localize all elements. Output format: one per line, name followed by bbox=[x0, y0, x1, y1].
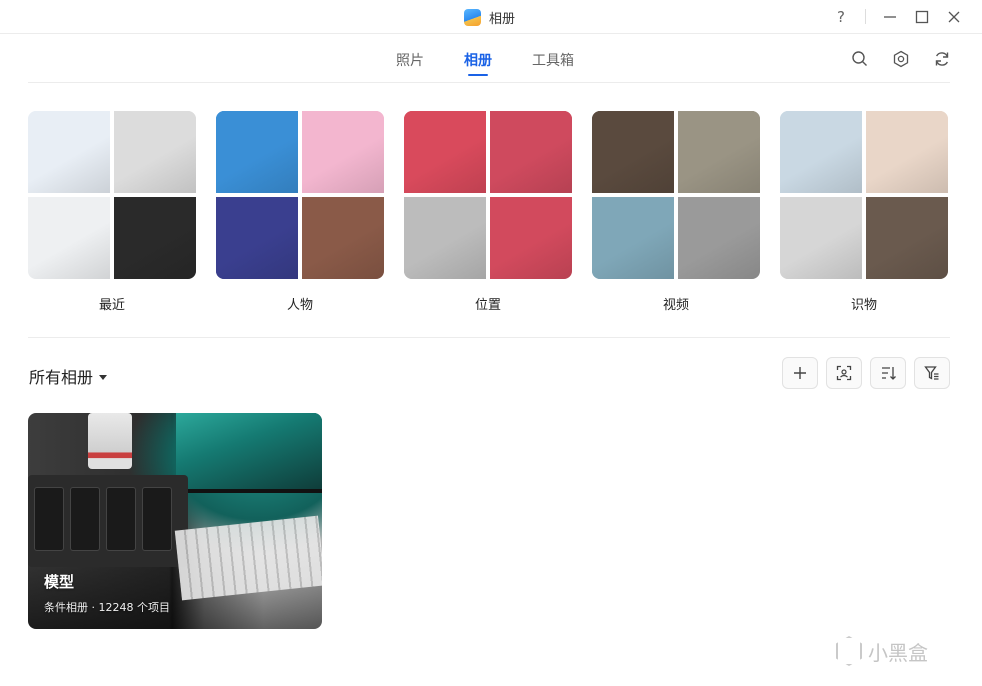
face-scan-button[interactable] bbox=[826, 357, 862, 389]
category-mosaic bbox=[592, 111, 760, 279]
category-objects[interactable]: 识物 bbox=[780, 111, 948, 313]
photo-tile bbox=[866, 197, 948, 279]
photo-tile bbox=[490, 111, 572, 193]
active-tab-indicator bbox=[468, 74, 488, 76]
category-label: 视频 bbox=[662, 298, 689, 313]
album-cover-nas bbox=[28, 475, 188, 567]
app-title: 相册 bbox=[464, 7, 515, 27]
photo-tile bbox=[28, 197, 110, 279]
window-title: 相册 bbox=[489, 11, 516, 27]
album-cover-monitor bbox=[176, 413, 322, 493]
photo-tile bbox=[490, 197, 572, 279]
title-bar: 相册 ? bbox=[0, 0, 982, 34]
category-people[interactable]: 人物 bbox=[216, 111, 384, 313]
tab-albums[interactable]: 相册 bbox=[464, 50, 492, 76]
maximize-icon bbox=[915, 10, 929, 24]
add-icon bbox=[794, 367, 806, 379]
photo-tile bbox=[216, 197, 298, 279]
refresh-icon[interactable] bbox=[932, 49, 952, 69]
photo-tile bbox=[114, 197, 196, 279]
tab-photos[interactable]: 照片 bbox=[396, 50, 424, 70]
photos-app-icon bbox=[464, 8, 481, 26]
photo-tile bbox=[216, 111, 298, 193]
face-scan-icon bbox=[836, 365, 852, 381]
photo-tile bbox=[404, 197, 486, 279]
photo-tile bbox=[302, 197, 384, 279]
search-icon[interactable] bbox=[850, 49, 870, 69]
category-label: 最近 bbox=[98, 298, 125, 313]
photo-tile bbox=[28, 111, 110, 193]
album-cover-figure bbox=[88, 413, 132, 469]
minimize-button[interactable] bbox=[878, 5, 902, 29]
sort-icon bbox=[882, 367, 896, 380]
caret-down-icon bbox=[99, 374, 108, 380]
album-card-models[interactable]: 模型 条件相册 · 12248 个项目 bbox=[28, 413, 322, 629]
drive-bay bbox=[70, 487, 100, 551]
filter-button[interactable] bbox=[914, 357, 950, 389]
category-label: 识物 bbox=[850, 298, 877, 313]
maximize-button[interactable] bbox=[910, 5, 934, 29]
close-icon bbox=[948, 11, 960, 23]
settings-icon[interactable] bbox=[891, 49, 911, 69]
category-mosaic bbox=[780, 111, 948, 279]
photo-tile bbox=[678, 197, 760, 279]
tab-bar: 照片 相册 工具箱 bbox=[0, 34, 982, 82]
photo-tile bbox=[780, 111, 862, 193]
drive-bay bbox=[34, 487, 64, 551]
category-mosaic bbox=[216, 111, 384, 279]
category-mosaic bbox=[404, 111, 572, 279]
album-title: 模型 bbox=[44, 573, 75, 591]
help-button[interactable]: ? bbox=[829, 5, 853, 29]
photo-tile bbox=[302, 111, 384, 193]
section-divider bbox=[28, 337, 950, 338]
watermark-text: 小黑盒 bbox=[868, 640, 928, 665]
tab-toolbox[interactable]: 工具箱 bbox=[532, 50, 574, 70]
title-separator bbox=[865, 9, 866, 24]
category-mosaic bbox=[28, 111, 196, 279]
photo-tile bbox=[592, 111, 674, 193]
album-subtitle: 条件相册 · 12248 个项目 bbox=[44, 601, 170, 614]
photo-tile bbox=[780, 197, 862, 279]
watermark-logo-icon bbox=[836, 636, 862, 666]
category-location[interactable]: 位置 bbox=[404, 111, 572, 313]
watermark: 小黑盒 bbox=[836, 636, 928, 666]
all-albums-dropdown[interactable]: 所有相册 bbox=[29, 364, 108, 388]
close-button[interactable] bbox=[942, 5, 966, 29]
drive-bay bbox=[106, 487, 136, 551]
category-label: 位置 bbox=[474, 298, 501, 313]
photo-tile bbox=[404, 111, 486, 193]
photo-tile bbox=[114, 111, 196, 193]
category-label: 人物 bbox=[286, 298, 313, 313]
photo-tile bbox=[678, 111, 760, 193]
photo-tile bbox=[592, 197, 674, 279]
add-album-button[interactable] bbox=[782, 357, 818, 389]
category-video[interactable]: 视频 bbox=[592, 111, 760, 313]
drive-bay bbox=[142, 487, 172, 551]
filter-icon bbox=[924, 366, 939, 380]
minimize-icon bbox=[884, 16, 896, 18]
album-cover-keyboard bbox=[174, 515, 322, 601]
category-recent[interactable]: 最近 bbox=[28, 111, 196, 313]
all-albums-label: 所有相册 bbox=[29, 368, 94, 387]
tab-albums-label: 相册 bbox=[464, 53, 492, 69]
photo-tile bbox=[866, 111, 948, 193]
sort-button[interactable] bbox=[870, 357, 906, 389]
header-divider bbox=[28, 82, 950, 83]
